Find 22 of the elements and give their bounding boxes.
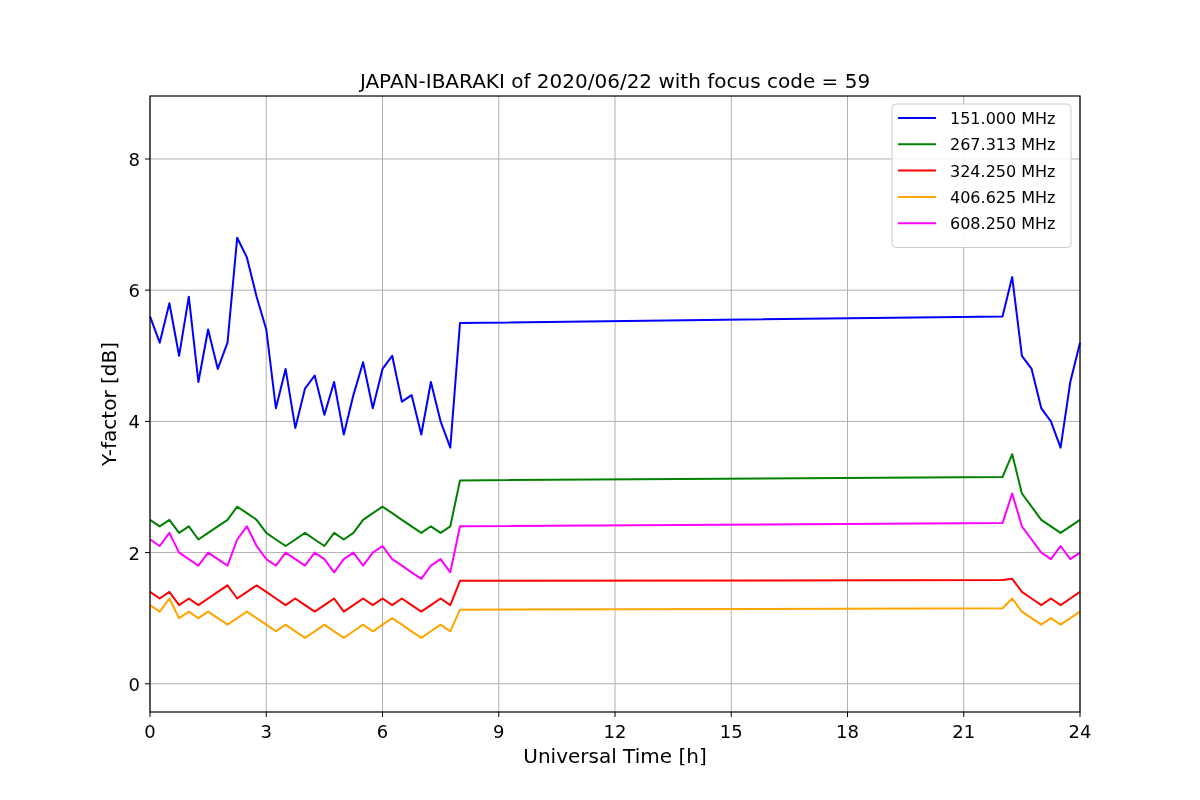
legend-label: 324.250 MHz <box>950 161 1056 181</box>
y-tick-label: 6 <box>128 280 140 302</box>
x-tick-label: 0 <box>144 721 156 742</box>
y-tick-label: 4 <box>128 411 140 433</box>
x-tick-label: 15 <box>719 721 743 742</box>
x-tick-label: 9 <box>493 721 505 742</box>
x-tick-label: 12 <box>603 721 627 742</box>
chart-title: JAPAN-IBARAKI of 2020/06/22 with focus code = 59 <box>359 69 871 93</box>
y-tick-label: 2 <box>128 542 140 564</box>
y-tick-label: 8 <box>128 149 140 170</box>
x-tick-label: 24 <box>1068 721 1092 742</box>
x-tick-label: 18 <box>836 721 859 742</box>
legend-label: 151.000 MHz <box>950 109 1056 128</box>
legend-label: 608.250 MHz <box>950 214 1056 234</box>
x-axis-label: Universal Time [h] <box>523 744 707 768</box>
x-tick-label: 21 <box>952 721 976 742</box>
legend-label: 406.625 MHz <box>950 187 1056 207</box>
x-tick-label: 6 <box>376 721 389 742</box>
legend-label: 267.313 MHz <box>950 135 1056 155</box>
y-axis-label: Y-factor [dB] <box>97 342 121 466</box>
x-tick-label: 3 <box>260 721 272 742</box>
y-tick-label: 0 <box>128 673 140 695</box>
